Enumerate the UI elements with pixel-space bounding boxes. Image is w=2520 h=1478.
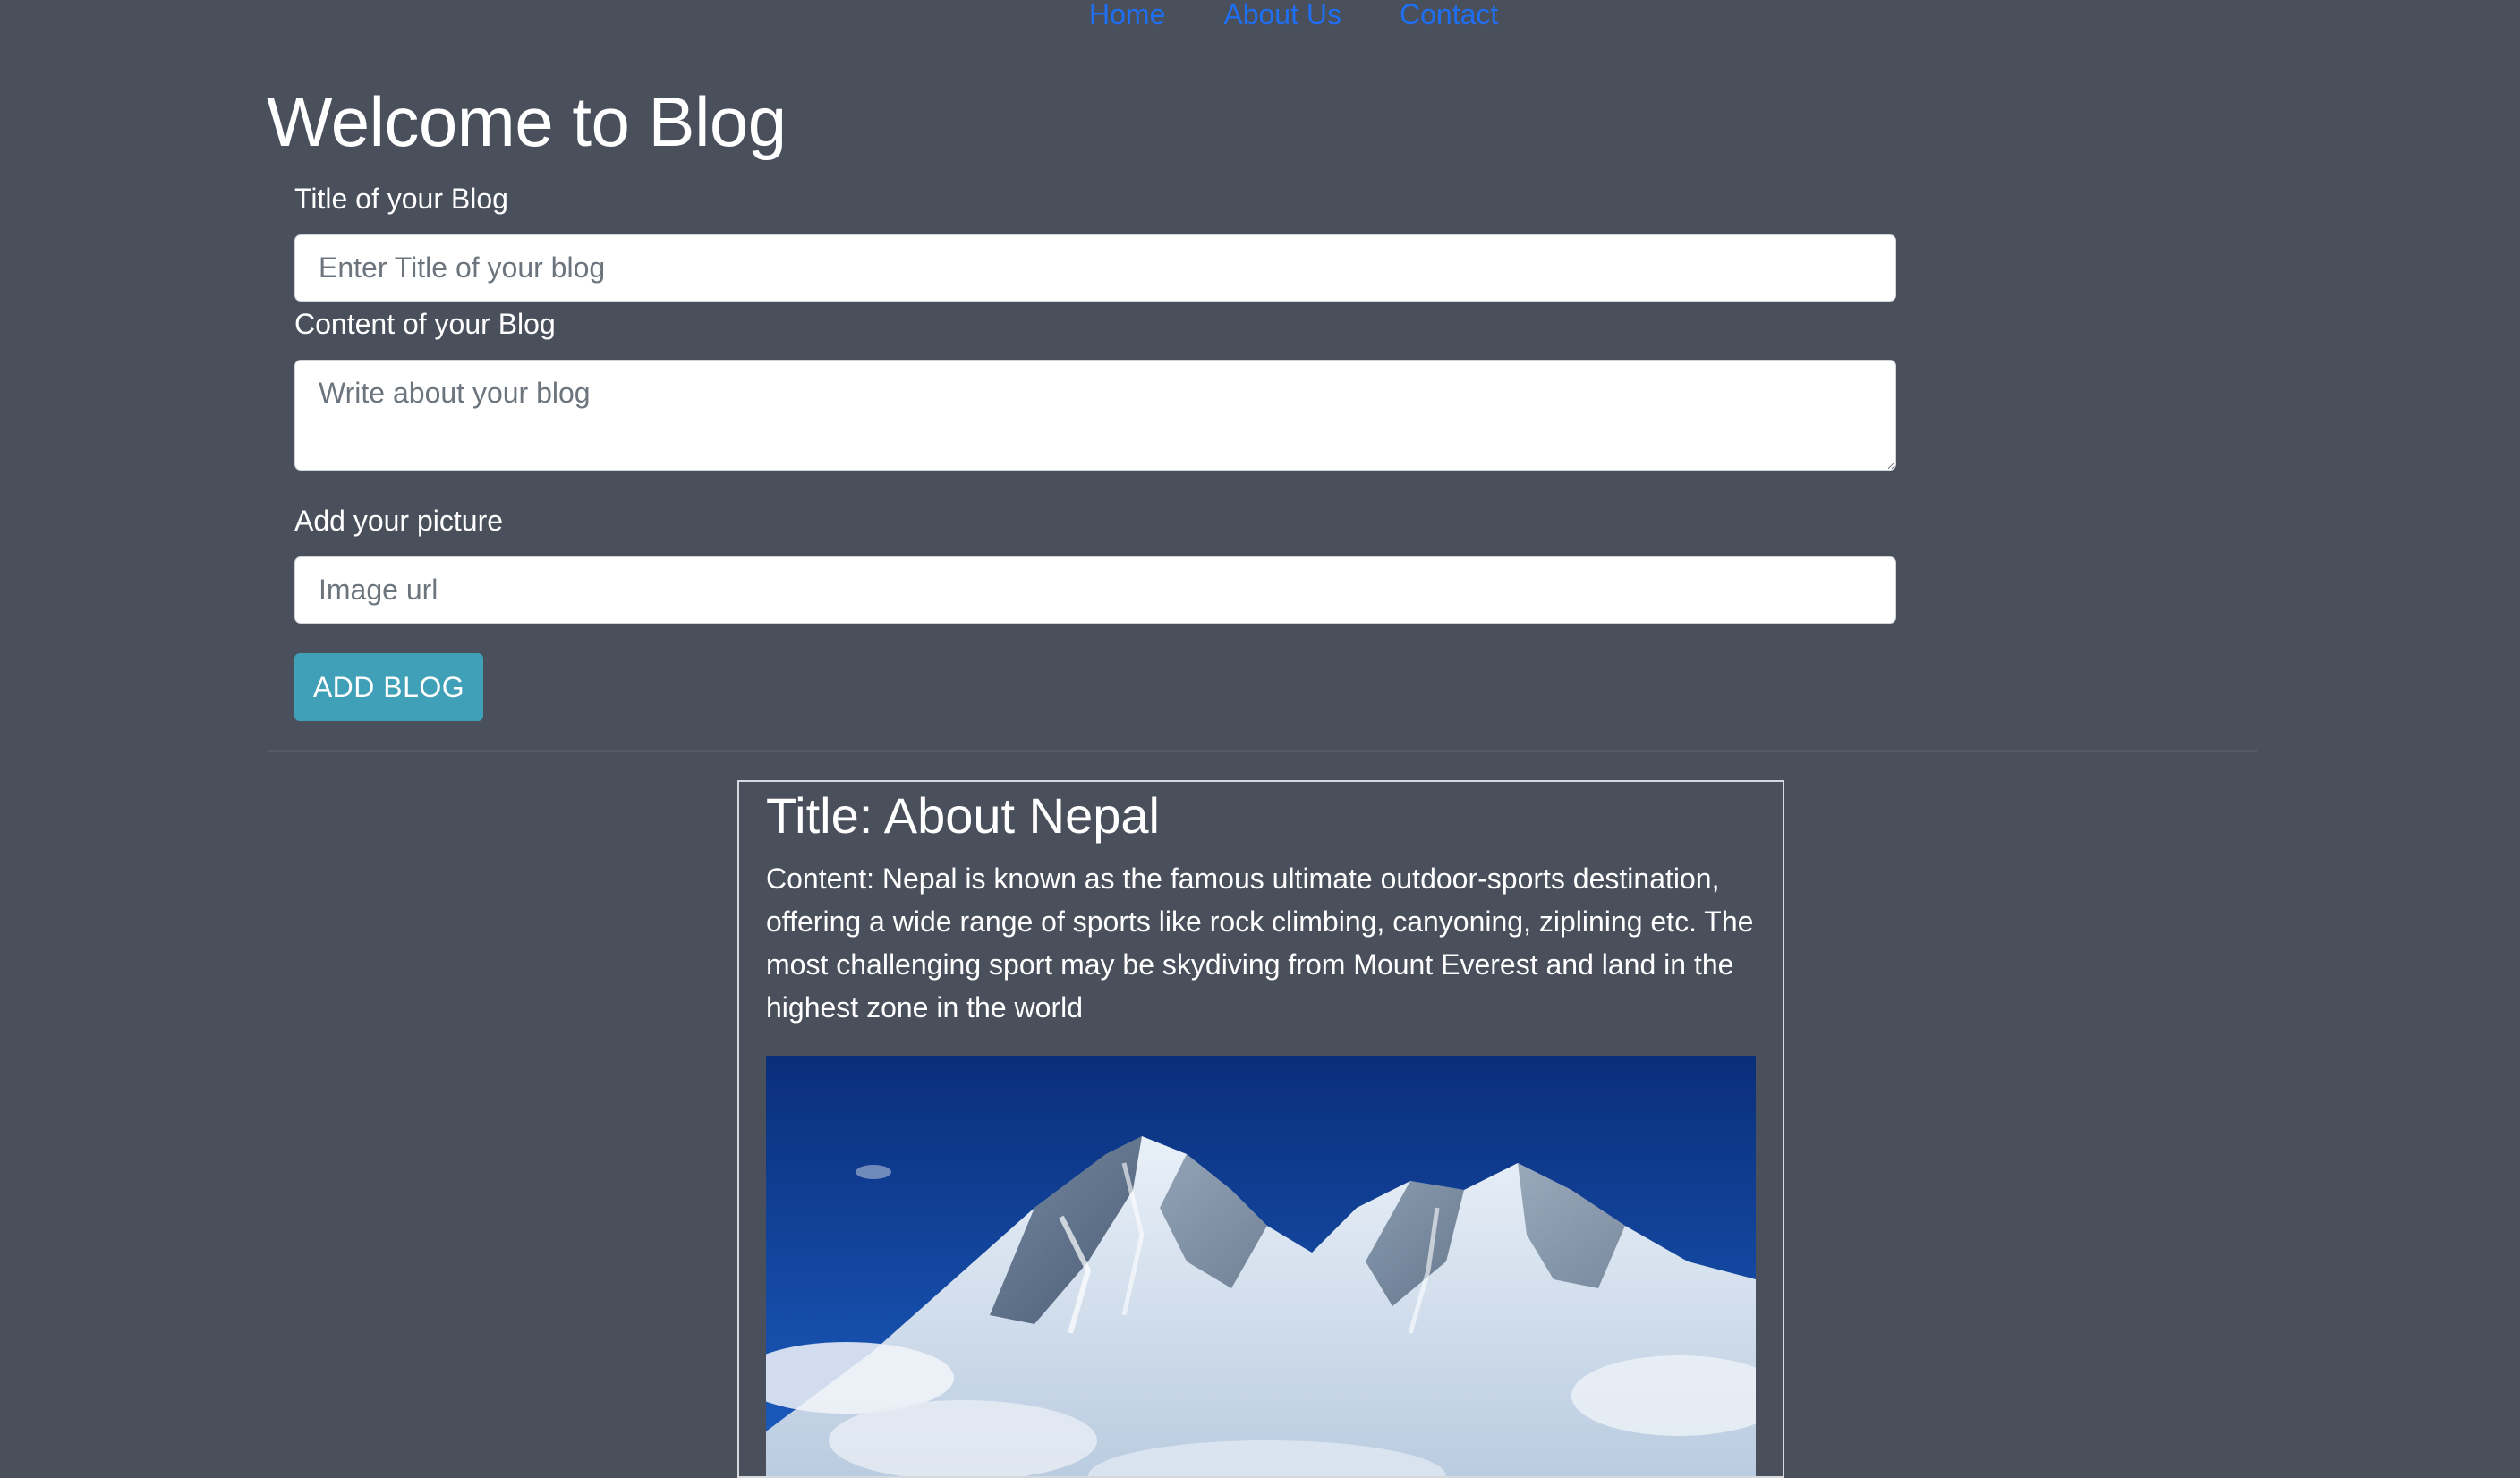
mountain-photo — [766, 1056, 1756, 1476]
page-title: Welcome to Blog — [267, 82, 787, 161]
nav-link-home[interactable]: Home — [1089, 0, 1165, 36]
picture-url-input[interactable] — [294, 556, 1896, 624]
add-blog-button[interactable]: ADD BLOG — [294, 653, 483, 721]
blog-card: Title: About Nepal Content: Nepal is kno… — [737, 780, 1784, 1478]
blog-title-label: Title of your Blog — [294, 183, 508, 215]
blog-card-image — [766, 1056, 1756, 1476]
picture-url-label: Add your picture — [294, 505, 504, 537]
blog-title-input[interactable] — [294, 234, 1896, 302]
blog-card-content: Content: Nepal is known as the famous ul… — [766, 862, 1754, 1024]
section-divider — [268, 750, 2257, 752]
nav-link-about-us[interactable]: About Us — [1223, 0, 1341, 36]
nav-link-contact[interactable]: Contact — [1400, 0, 1498, 36]
top-nav: Home About Us Contact — [1089, 0, 1498, 36]
blog-card-title: Title: About Nepal — [766, 787, 1160, 844]
blog-content-label: Content of your Blog — [294, 308, 556, 340]
blog-content-textarea[interactable] — [294, 360, 1896, 471]
